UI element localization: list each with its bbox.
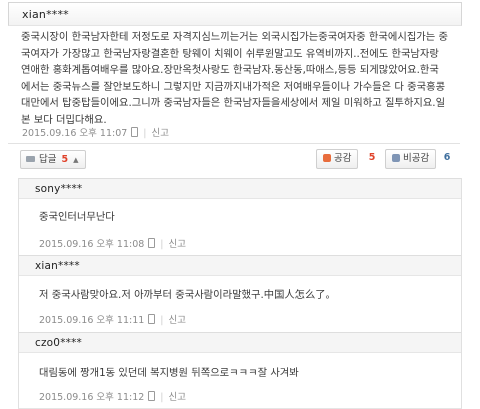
report-link[interactable]: 신고: [169, 239, 186, 250]
reply-meta: 2015.09.16 오후 11:12 | 신고: [39, 389, 186, 403]
comment-header: xian****: [8, 2, 462, 26]
report-link[interactable]: 신고: [152, 128, 169, 139]
dislike-count: 6: [443, 152, 451, 163]
mobile-icon: [148, 391, 156, 401]
reply-header: xian****: [19, 255, 461, 276]
reply-text: 저 중국사람맞아요.저 아까부터 중국사람이라말했구.中国人怎么了。: [39, 289, 336, 301]
mobile-icon: [148, 238, 156, 248]
divider: |: [160, 315, 164, 326]
reply-header: sony****: [19, 178, 461, 199]
reply-text: 대림동에 짱개1동 있던데 복지병원 뒤쪽으로ㅋㅋㅋ잘 사겨봐: [39, 367, 299, 379]
dislike-button[interactable]: 비공감: [385, 149, 437, 169]
comment-meta: 2015.09.16 오후 11:07 | 신고: [22, 125, 169, 139]
like-button[interactable]: 공감: [316, 149, 359, 169]
comment-thread: xian**** 중국시장이 한국남자한테 저정도로 자격지심느끼는거는 외국시…: [0, 0, 480, 409]
reply-timestamp: 2015.09.16 오후 11:12: [39, 392, 145, 403]
mobile-icon: [148, 314, 156, 324]
reply-item: sony**** 중국인터너무난다 2015.09.16 오후 11:08 | 신고: [18, 178, 462, 256]
reply-timestamp: 2015.09.16 오후 11:08: [39, 239, 145, 250]
report-link[interactable]: 신고: [169, 392, 186, 403]
reply-author[interactable]: sony****: [35, 183, 82, 195]
reply-author[interactable]: czo0****: [35, 337, 82, 349]
comment-author[interactable]: xian****: [22, 8, 69, 21]
speech-bubble-icon: [26, 156, 35, 162]
reply-meta: 2015.09.16 오후 11:11 | 신고: [39, 312, 186, 326]
like-count: 5: [368, 152, 376, 163]
thumbs-down-icon: [392, 154, 400, 162]
reply-item: czo0**** 대림동에 짱개1동 있던데 복지병원 뒤쪽으로ㅋㅋㅋ잘 사겨봐…: [18, 332, 462, 409]
comment-body: 중국시장이 한국남자한테 저정도로 자격지심느끼는거는 외국시집가는중국여자중 …: [21, 31, 448, 126]
comment-timestamp: 2015.09.16 오후 11:07: [22, 128, 128, 139]
reply-header: czo0****: [19, 332, 461, 353]
reply-toggle-button[interactable]: 답글 5 ▲: [20, 150, 86, 169]
reply-timestamp: 2015.09.16 오후 11:11: [39, 315, 145, 326]
reply-count: 5: [61, 154, 69, 165]
mobile-icon: [131, 127, 139, 137]
dislike-label: 비공감: [403, 153, 430, 164]
chevron-up-icon: ▲: [73, 156, 79, 164]
report-link[interactable]: 신고: [169, 315, 186, 326]
reply-text: 중국인터너무난다: [39, 211, 115, 223]
reply-meta: 2015.09.16 오후 11:08 | 신고: [39, 236, 186, 250]
reply-button-label: 답글: [39, 154, 57, 165]
comment-action-bar: 답글 5 ▲ 공감 5 비공감 6: [8, 143, 460, 171]
divider: |: [143, 128, 147, 139]
divider: |: [160, 392, 164, 403]
reply-item: xian**** 저 중국사람맞아요.저 아까부터 중국사람이라말했구.中国人怎…: [18, 255, 462, 333]
divider: |: [160, 239, 164, 250]
reply-author[interactable]: xian****: [35, 260, 80, 272]
like-label: 공감: [334, 153, 352, 164]
thumbs-up-icon: [323, 154, 331, 162]
